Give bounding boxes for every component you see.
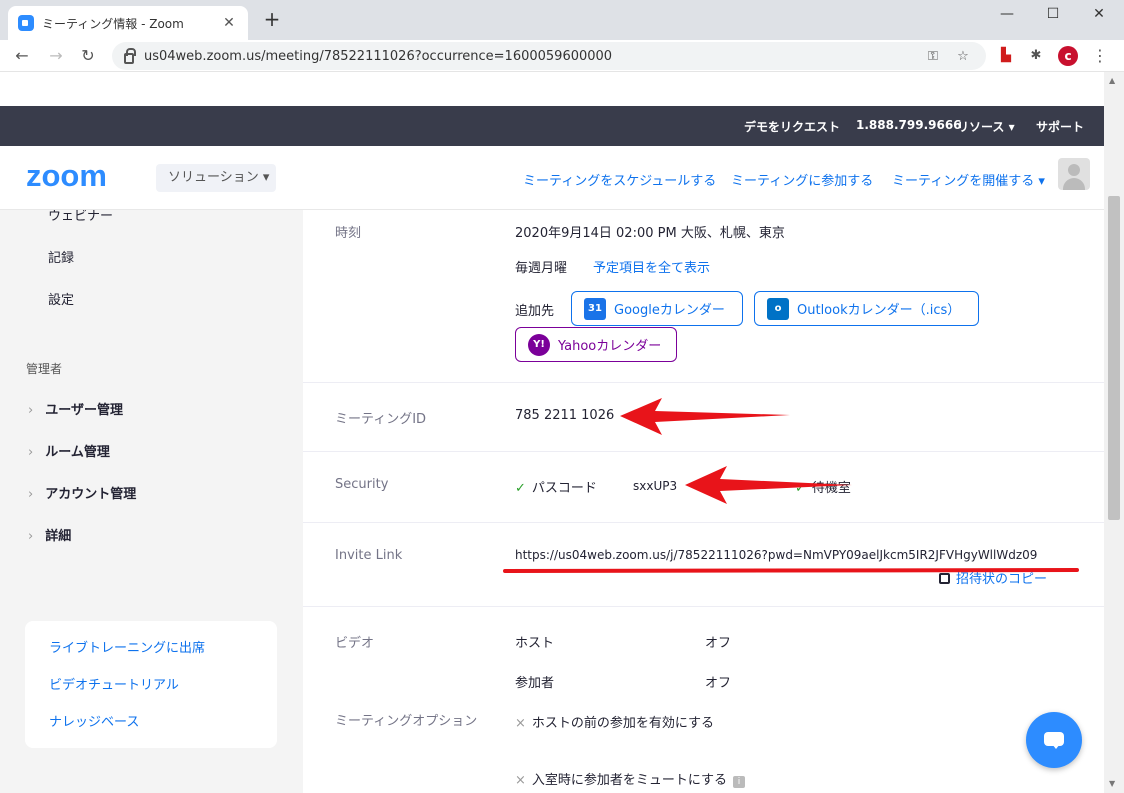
host-meeting-menu[interactable]: ミーティングを開催する ▾ xyxy=(892,170,1045,189)
avatar-head xyxy=(1068,164,1080,176)
outlook-icon: o xyxy=(767,297,789,320)
meeting-detail-card xyxy=(303,146,1104,793)
show-all-occurrences-link[interactable]: 予定項目を全て表示 xyxy=(593,257,710,276)
minimize-button[interactable]: — xyxy=(984,0,1030,30)
invite-link-label: Invite Link xyxy=(335,548,403,563)
tab-title: ミーティング情報 - Zoom xyxy=(42,16,184,31)
url-text[interactable]: us04web.zoom.us/meeting/78522111026?occu… xyxy=(144,49,914,64)
check-icon: ✓ xyxy=(795,481,806,496)
participants-video-value: オフ xyxy=(705,676,732,691)
scrollbar-thumb[interactable] xyxy=(1108,196,1120,520)
yahoo-calendar-button[interactable]: Y! Yahooカレンダー xyxy=(515,327,677,362)
chevron-right-icon: › xyxy=(28,529,34,544)
sidebar-item-advanced[interactable]: › 詳細 xyxy=(28,525,71,544)
pdf-extension-icon[interactable]: ▙ xyxy=(996,46,1016,66)
meeting-id-label: ミーティングID xyxy=(335,412,427,427)
chat-bubble-icon xyxy=(1044,732,1064,749)
chevron-right-icon: › xyxy=(28,403,34,418)
divider xyxy=(303,382,1104,383)
tab-close-icon[interactable]: ✕ xyxy=(220,15,238,31)
outlook-calendar-button[interactable]: o Outlookカレンダー（.ics） xyxy=(754,291,979,326)
time-value: 2020年9月14日 02:00 PM 大阪、札幌、東京 xyxy=(515,226,785,241)
sidebar-item-settings[interactable]: 設定 xyxy=(48,289,74,308)
meeting-id-value: 785 2211 1026 xyxy=(515,408,615,423)
profile-extension-icon[interactable]: c xyxy=(1058,46,1078,66)
key-icon[interactable]: ⚿ xyxy=(922,49,944,64)
support-link[interactable]: サポート xyxy=(1036,118,1084,135)
lock-icon xyxy=(124,47,136,64)
divider xyxy=(303,451,1104,452)
check-icon: ✓ xyxy=(515,481,526,496)
recurrence-value: 毎週月曜 xyxy=(515,261,568,276)
phone-number[interactable]: 1.888.799.9666 xyxy=(856,118,962,132)
help-card: ライブトレーニングに出席 ビデオチュートリアル ナレッジベース xyxy=(25,621,277,748)
zoom-logo[interactable]: zoom xyxy=(26,160,138,192)
extensions-icon[interactable]: ✱ xyxy=(1026,46,1046,66)
google-calendar-button[interactable]: 31 Googleカレンダー xyxy=(571,291,743,326)
waiting-room-setting: ✓ 待機室 xyxy=(795,481,851,496)
time-label: 時刻 xyxy=(335,226,362,241)
passcode-setting: ✓ パスコード xyxy=(515,481,597,496)
zoom-header: zoom ソリューション ▾ ミーティングをスケジュールする ミーティングに参加… xyxy=(0,146,1104,210)
google-calendar-icon: 31 xyxy=(584,297,606,320)
host-video-label: ホスト xyxy=(515,636,555,651)
resources-menu[interactable]: リソース ▾ xyxy=(957,118,1015,135)
request-demo-link[interactable]: デモをリクエスト xyxy=(744,118,840,135)
scroll-up-arrow-icon[interactable]: ▲ xyxy=(1109,76,1115,85)
divider xyxy=(303,606,1104,607)
sidebar-item-account-management[interactable]: › アカウント管理 xyxy=(28,483,136,502)
maximize-button[interactable]: ☐ xyxy=(1030,0,1076,30)
user-avatar[interactable] xyxy=(1058,158,1090,190)
info-icon[interactable]: i xyxy=(733,776,746,788)
sidebar-item-recording[interactable]: 記録 xyxy=(48,247,74,266)
participants-video-label: 参加者 xyxy=(515,676,555,691)
browser-menu-icon[interactable]: ⋮ xyxy=(1090,46,1110,66)
avatar-body xyxy=(1063,178,1085,190)
knowledge-base-link[interactable]: ナレッジベース xyxy=(49,711,139,730)
back-button[interactable]: ← xyxy=(10,44,34,68)
chat-button[interactable] xyxy=(1026,712,1082,768)
passcode-value: sxxUP3 xyxy=(633,479,678,493)
copy-invitation-link[interactable]: 招待状のコピー xyxy=(939,568,1047,587)
browser-tab[interactable]: ミーティング情報 - Zoom ✕ xyxy=(8,6,248,40)
join-meeting-link[interactable]: ミーティングに参加する xyxy=(731,170,873,189)
video-tutorials-link[interactable]: ビデオチュートリアル xyxy=(49,674,179,693)
security-label: Security xyxy=(335,477,389,492)
bookmark-star-icon[interactable]: ☆ xyxy=(952,49,974,64)
option-join-before-host: × ホストの前の参加を有効にする xyxy=(515,716,715,731)
page-top-gap xyxy=(0,72,1104,106)
sidebar-section-admin: 管理者 xyxy=(26,362,63,376)
scroll-down-arrow-icon[interactable]: ▼ xyxy=(1109,779,1115,788)
sidebar-item-room-management[interactable]: › ルーム管理 xyxy=(28,441,110,460)
chevron-right-icon: › xyxy=(28,487,34,502)
x-icon: × xyxy=(515,716,526,731)
address-bar[interactable]: us04web.zoom.us/meeting/78522111026?occu… xyxy=(112,42,986,70)
invite-link-url[interactable]: https://us04web.zoom.us/j/78522111026?pw… xyxy=(515,548,1037,562)
browser-toolbar: ← → ↻ us04web.zoom.us/meeting/7852211102… xyxy=(0,40,1124,72)
new-tab-button[interactable]: + xyxy=(260,8,284,32)
zoom-topbar: デモをリクエスト 1.888.799.9666 リソース ▾ サポート xyxy=(0,106,1104,146)
svg-text:zoom: zoom xyxy=(26,160,107,192)
external-link-icon xyxy=(939,573,950,584)
schedule-meeting-link[interactable]: ミーティングをスケジュールする xyxy=(523,170,716,189)
solutions-menu[interactable]: ソリューション ▾ xyxy=(156,164,276,192)
x-icon: × xyxy=(515,773,526,788)
add-to-calendar-label: 追加先 xyxy=(515,304,555,319)
forward-button[interactable]: → xyxy=(44,44,68,68)
chevron-right-icon: › xyxy=(28,445,34,460)
host-video-value: オフ xyxy=(705,636,732,651)
yahoo-icon: Y! xyxy=(528,333,550,356)
close-window-button[interactable]: ✕ xyxy=(1076,0,1122,30)
zoom-favicon-icon xyxy=(18,15,34,31)
option-mute-on-entry: × 入室時に参加者をミュートにする i xyxy=(515,769,746,788)
browser-titlebar: ミーティング情報 - Zoom ✕ + — ☐ ✕ xyxy=(0,0,1124,40)
divider xyxy=(303,522,1104,523)
live-training-link[interactable]: ライブトレーニングに出席 xyxy=(49,637,205,656)
video-label: ビデオ xyxy=(335,636,375,651)
meeting-options-label: ミーティングオプション xyxy=(335,714,478,729)
sidebar-item-user-management[interactable]: › ユーザー管理 xyxy=(28,399,123,418)
reload-button[interactable]: ↻ xyxy=(76,44,100,68)
